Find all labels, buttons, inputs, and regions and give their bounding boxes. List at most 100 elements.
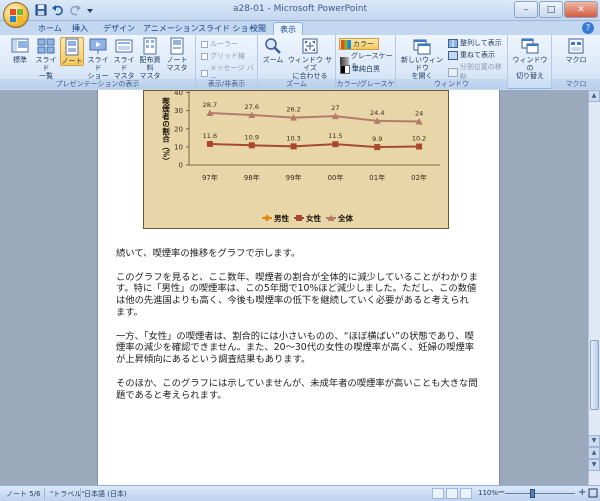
group-color-grayscale: カラー グレースケール 単純白黒 カラー/グレースケール bbox=[336, 35, 396, 98]
data-label: 11.5 bbox=[328, 132, 342, 140]
handout-master-button[interactable]: 配布資料 マスタ bbox=[138, 37, 162, 80]
slide-chart[interactable]: 0 10 20 30 40 喫煙者の割合（%） 97年 98年 99年 00年 01年 02年 11.6… bbox=[143, 90, 449, 229]
data-label: 10.3 bbox=[286, 134, 300, 142]
scroll-thumb[interactable] bbox=[590, 340, 599, 410]
next-page-button[interactable]: ▼ bbox=[588, 459, 600, 471]
notes-master-label-1: ノート bbox=[166, 56, 188, 64]
slideshow-status-button[interactable] bbox=[460, 488, 472, 499]
arrange-all-button[interactable]: 整列して表示 bbox=[448, 38, 502, 48]
group-show-hide: ルーラー グリッド線 メッセージ バー 表示/非表示 bbox=[196, 35, 258, 89]
notes-paragraph-1: 続いて、喫煙率の推移をグラフで示します。 bbox=[116, 248, 301, 259]
fit-to-window-button[interactable]: ウィンドウ サイズ に合わせる bbox=[286, 37, 334, 80]
switch-label-1: ウィンドウの bbox=[512, 56, 548, 72]
data-label: 11.6 bbox=[203, 132, 217, 140]
group-macro: マクロ マクロ bbox=[552, 35, 600, 89]
data-label: 28.7 bbox=[203, 101, 217, 109]
slideshow-button[interactable]: スライド ショー bbox=[86, 37, 110, 80]
office-logo-icon bbox=[10, 9, 23, 22]
ruler-checkbox[interactable]: ルーラー bbox=[201, 39, 238, 49]
notes-view-icon bbox=[65, 38, 79, 56]
group-label-macro: マクロ bbox=[552, 79, 600, 89]
series-line-全体 bbox=[209, 112, 420, 123]
new-window-label-1: 新しいウィンドウ bbox=[401, 56, 443, 72]
office-button[interactable] bbox=[3, 2, 29, 28]
slideshow-icon bbox=[89, 38, 107, 54]
zoom-button[interactable]: ズーム bbox=[260, 37, 286, 64]
notes-paragraph-2: このグラフを見ると、ここ数年、喫煙者の割合が全体的に減少していることがわかります… bbox=[116, 271, 478, 318]
y-tick-label: 20 bbox=[174, 125, 183, 133]
group-switch-windows: ウィンドウの 切り替え bbox=[508, 35, 552, 89]
switch-windows-button[interactable]: ウィンドウの 切り替え bbox=[510, 37, 550, 80]
status-separator bbox=[80, 488, 81, 499]
zoom-slider-track[interactable] bbox=[505, 493, 575, 494]
y-tick-label: 40 bbox=[174, 91, 183, 97]
group-window: 新しいウィンドウ を開く 整列して表示 重ねて表示 分割位置の移動 ウィンドウ bbox=[396, 35, 508, 89]
window-controls: – □ ✕ bbox=[514, 1, 598, 18]
legend-label: 全体 bbox=[337, 213, 353, 223]
notes-master-icon bbox=[170, 37, 184, 55]
tab-insert[interactable]: 挿入 bbox=[66, 22, 94, 35]
minimize-button[interactable]: – bbox=[514, 1, 538, 18]
tab-review[interactable]: 校閲 bbox=[244, 22, 272, 35]
y-tick-label: 30 bbox=[174, 107, 183, 115]
zoom-in-icon[interactable]: + bbox=[578, 487, 586, 498]
normal-view-status-button[interactable] bbox=[432, 488, 444, 499]
tab-design[interactable]: デザイン bbox=[97, 22, 141, 35]
scroll-down-arrow[interactable]: ▼ bbox=[588, 435, 600, 447]
data-label: 27 bbox=[331, 104, 339, 112]
group-label-window: ウィンドウ bbox=[396, 79, 507, 89]
arrange-all-label: 整列して表示 bbox=[460, 39, 502, 47]
color-button[interactable]: カラー bbox=[339, 38, 379, 50]
gridlines-label: グリッド線 bbox=[210, 52, 245, 60]
black-white-button[interactable]: 単純白黒 bbox=[340, 64, 380, 74]
fit-slide-icon[interactable] bbox=[588, 488, 598, 500]
ruler-checkbox-box[interactable] bbox=[201, 40, 208, 48]
notes-paragraph-4: そのほか、このグラフには示していませんが、未成年者の喫煙率が高いことも大きな問題… bbox=[116, 377, 478, 401]
slide-master-button[interactable]: スライド マスタ bbox=[112, 37, 136, 80]
x-tick-label: 00年 bbox=[327, 173, 343, 182]
slide-sorter-button[interactable]: スライド 一覧 bbox=[34, 37, 58, 80]
gridlines-checkbox-box[interactable] bbox=[201, 52, 208, 60]
notes-view-button[interactable]: ノート bbox=[60, 37, 84, 66]
series-line-女性 bbox=[209, 143, 420, 149]
data-label: 10.2 bbox=[412, 135, 426, 143]
close-button[interactable]: ✕ bbox=[564, 1, 598, 18]
data-label: 26.2 bbox=[286, 106, 300, 114]
cascade-button[interactable]: 重ねて表示 bbox=[448, 50, 495, 60]
x-tick-label: 97年 bbox=[202, 173, 218, 182]
scroll-up-arrow[interactable]: ▲ bbox=[588, 90, 600, 102]
macro-button[interactable]: マクロ bbox=[562, 37, 590, 64]
language-indicator[interactable]: 日本語 (日本) bbox=[84, 489, 127, 499]
zoom-label: ズーム bbox=[262, 56, 284, 64]
prev-page-button[interactable]: ▲ bbox=[588, 447, 600, 459]
slide-sorter-icon bbox=[37, 38, 55, 54]
tab-home[interactable]: ホーム bbox=[32, 22, 68, 35]
macro-icon bbox=[568, 38, 584, 54]
fit-label-1: ウィンドウ サイズ bbox=[287, 56, 333, 72]
message-bar-checkbox-box[interactable] bbox=[201, 69, 208, 77]
slide-master-icon bbox=[115, 39, 133, 53]
zoom-slider-thumb[interactable] bbox=[530, 489, 535, 498]
maximize-button[interactable]: □ bbox=[539, 1, 563, 18]
group-presentation-views: 標準 スライド 一覧 ノート スライド ショー スライド マスタ 配布資料 マス… bbox=[0, 35, 196, 89]
help-icon[interactable]: ? bbox=[582, 22, 594, 34]
data-point bbox=[332, 141, 339, 148]
gridlines-checkbox[interactable]: グリッド線 bbox=[201, 51, 245, 61]
data-point bbox=[374, 144, 381, 151]
data-label: 9.9 bbox=[372, 135, 382, 143]
legend-label: 女性 bbox=[306, 213, 321, 223]
notes-text[interactable]: 続いて、喫煙率の推移をグラフで示します。 このグラフを見ると、ここ数年、喫煙者の… bbox=[116, 248, 478, 413]
zoom-level[interactable]: 110% bbox=[478, 489, 498, 497]
cascade-icon bbox=[448, 50, 458, 60]
data-point bbox=[248, 142, 255, 149]
legend-marker bbox=[296, 215, 302, 221]
tab-view[interactable]: 表示 bbox=[273, 22, 303, 35]
macro-label: マクロ bbox=[565, 56, 587, 64]
slide-sorter-status-button[interactable] bbox=[446, 488, 458, 499]
notes-master-button[interactable]: ノート マスタ bbox=[165, 37, 189, 72]
new-window-button[interactable]: 新しいウィンドウ を開く bbox=[398, 37, 446, 80]
bw-label: 単純白黒 bbox=[352, 65, 380, 73]
vertical-scrollbar[interactable]: ▲ ▼ ▲ ▼ bbox=[588, 90, 600, 485]
normal-view-button[interactable]: 標準 bbox=[8, 37, 32, 64]
switch-windows-icon bbox=[521, 38, 539, 54]
